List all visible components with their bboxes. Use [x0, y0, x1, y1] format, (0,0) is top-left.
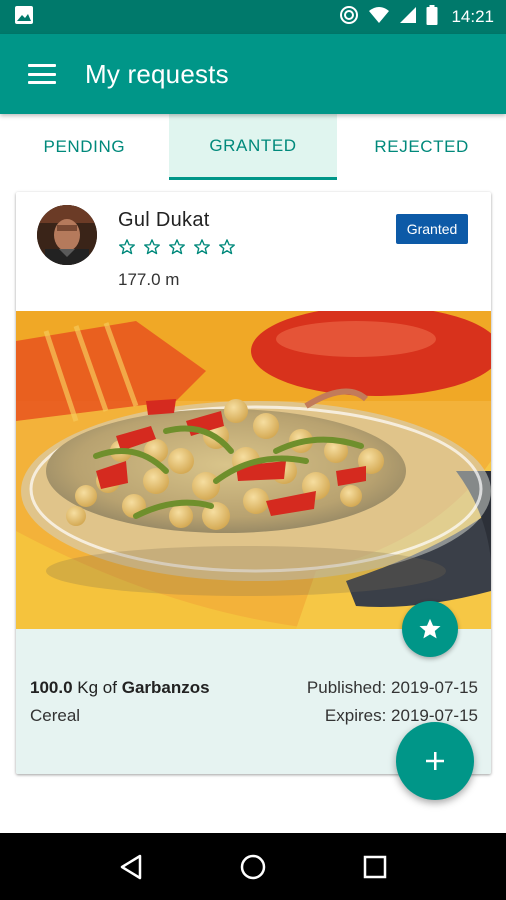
food-name: Garbanzos: [121, 678, 210, 697]
food-category: Cereal: [30, 706, 81, 725]
page-title: My requests: [85, 58, 229, 89]
image-icon: [14, 5, 34, 30]
food-image: [16, 311, 491, 629]
home-button[interactable]: [233, 847, 273, 887]
back-button[interactable]: [111, 847, 151, 887]
expires-date: Expires: 2019-07-15: [324, 706, 478, 725]
food-quantity: 100.0: [30, 678, 73, 697]
distance: 177.0 m: [118, 270, 180, 289]
app-bar: My requests: [0, 34, 506, 114]
card-header: Gul Dukat 177.0 m Granted: [16, 192, 491, 311]
tab-rejected[interactable]: REJECTED: [337, 114, 506, 180]
status-bar: 14:21: [0, 0, 506, 34]
star-outline-icon: [194, 239, 210, 255]
star-outline-icon: [119, 239, 135, 255]
plus-icon: [426, 752, 444, 770]
status-badge: Granted: [396, 214, 468, 244]
food-quantity-line: 100.0 Kg of Garbanzos: [30, 678, 210, 698]
status-time: 14:21: [451, 7, 494, 26]
recents-icon: [363, 855, 387, 878]
star-icon: [419, 618, 441, 639]
menu-icon[interactable]: [28, 64, 56, 84]
tab-bar: PENDING GRANTED REJECTED: [0, 114, 506, 180]
status-icons: 14:21: [339, 4, 494, 30]
rating-stars: [118, 238, 236, 256]
favorite-button[interactable]: [402, 601, 458, 657]
request-card[interactable]: Gul Dukat 177.0 m Granted 100.0 Kg of Ga…: [16, 192, 491, 774]
food-unit: Kg of: [77, 678, 117, 697]
wifi-icon: [368, 6, 390, 29]
tab-granted[interactable]: GRANTED: [168, 114, 338, 180]
do-not-disturb-icon: [339, 5, 359, 30]
system-nav-bar: [0, 833, 506, 900]
recents-button[interactable]: [355, 847, 395, 887]
star-outline-icon: [144, 239, 160, 255]
signal-icon: [399, 6, 417, 29]
home-icon: [240, 854, 266, 879]
tab-pending[interactable]: PENDING: [0, 114, 169, 180]
add-request-button[interactable]: [396, 722, 474, 800]
user-name: Gul Dukat: [118, 209, 210, 231]
star-outline-icon: [219, 239, 235, 255]
battery-icon: [426, 4, 438, 30]
back-icon: [120, 854, 142, 879]
published-date: Published: 2019-07-15: [306, 678, 478, 697]
avatar[interactable]: [37, 205, 97, 265]
star-outline-icon: [169, 239, 185, 255]
